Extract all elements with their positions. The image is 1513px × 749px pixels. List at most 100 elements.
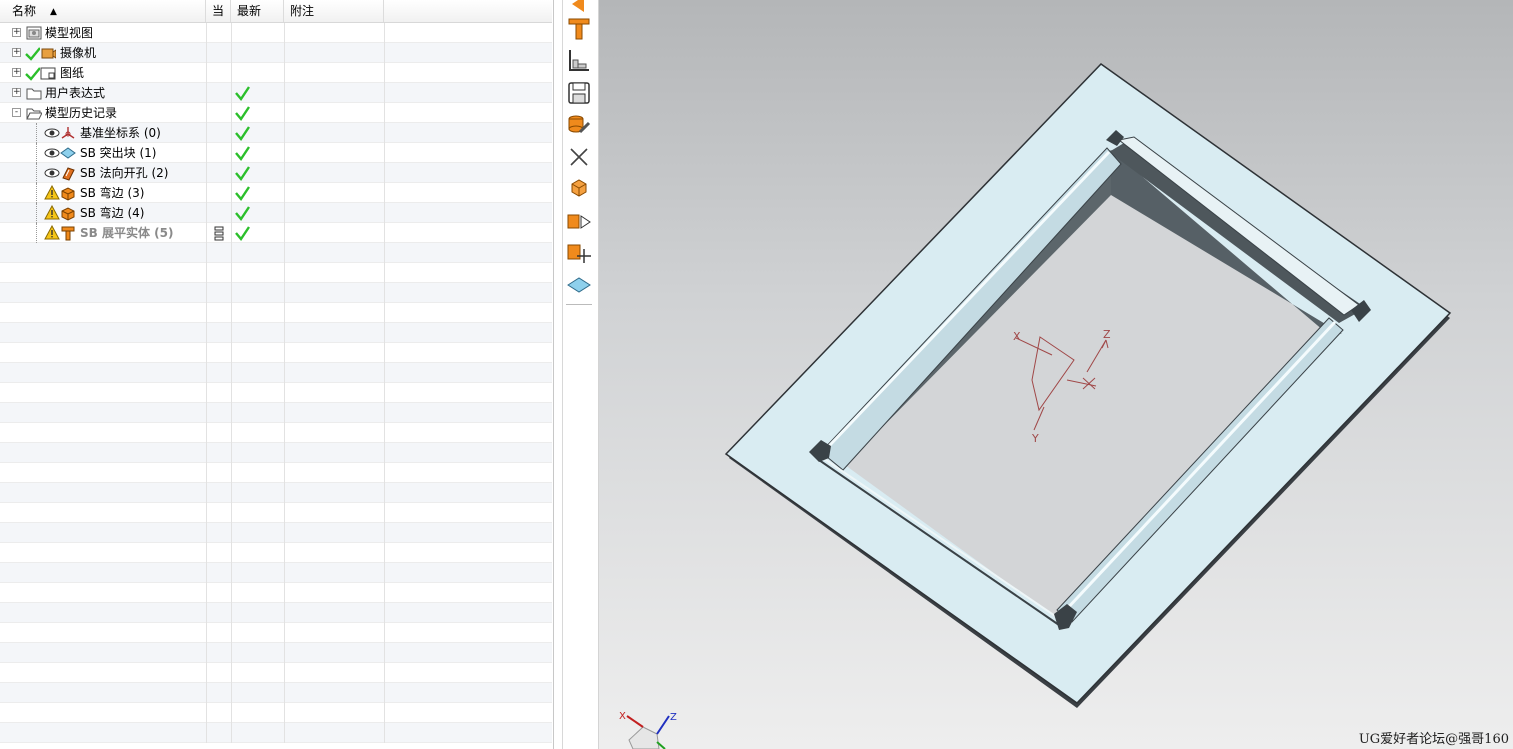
column-header-latest[interactable]: 最新	[231, 0, 284, 22]
tree-row-label: SB 突出块 (1)	[80, 146, 157, 160]
flat-solid-icon	[61, 226, 75, 241]
graphics-viewport[interactable]: X Z Y X Z UG爱好者论坛@强哥160	[599, 0, 1513, 749]
tree-row-label: 模型视图	[45, 26, 94, 40]
cube-move-icon[interactable]	[566, 240, 592, 266]
tree-row-label: 用户表达式	[45, 86, 106, 100]
empty-row	[0, 523, 552, 543]
tree-row[interactable]: + 图纸	[0, 63, 552, 83]
save-icon[interactable]	[566, 80, 592, 106]
flange-icon	[61, 187, 75, 201]
timestamp-icon	[214, 226, 224, 241]
warning-icon[interactable]	[44, 225, 60, 241]
view-triad	[626, 715, 670, 749]
model-views-icon	[26, 26, 42, 40]
triad-x-label: X	[619, 711, 626, 722]
tree-row[interactable]: - 模型历史记录	[0, 103, 552, 123]
expand-icon[interactable]: +	[12, 48, 21, 57]
collapse-icon[interactable]: -	[12, 108, 21, 117]
eye-icon[interactable]	[44, 145, 60, 161]
csys-y-label: Y	[1031, 432, 1039, 445]
latest-check-icon	[235, 86, 250, 102]
empty-row	[0, 603, 552, 623]
empty-row	[0, 563, 552, 583]
expand-icon[interactable]: +	[12, 28, 21, 37]
tree-row-label: SB 展平实体 (5)	[80, 226, 174, 240]
empty-row	[0, 703, 552, 723]
tree-row-label: 模型历史记录	[45, 106, 118, 120]
tree-row-label: 图纸	[60, 66, 85, 80]
flat-solid-tool-icon[interactable]	[566, 16, 592, 42]
tree-row[interactable]: SB 弯边 (3)	[0, 183, 552, 203]
tree-connector	[36, 163, 38, 183]
tree-connector	[36, 203, 38, 223]
empty-row	[0, 283, 552, 303]
empty-row	[0, 623, 552, 643]
column-notes-label: 附注	[290, 4, 315, 18]
plate-icon[interactable]	[566, 272, 592, 298]
tree-row[interactable]: 基准坐标系 (0)	[0, 123, 552, 143]
sheet-metal-part[interactable]	[724, 63, 1452, 708]
folder-icon	[26, 88, 42, 100]
tree-row-label: SB 法向开孔 (2)	[80, 166, 169, 180]
empty-row	[0, 263, 552, 283]
latest-check-icon	[235, 206, 250, 222]
tree-row[interactable]: + 摄像机	[0, 43, 552, 63]
latest-check-icon	[235, 126, 250, 142]
datum-csys-icon	[61, 127, 75, 139]
empty-row	[0, 663, 552, 683]
column-header-current[interactable]: 当	[206, 0, 231, 22]
empty-row	[0, 683, 552, 703]
tree-connector	[36, 143, 38, 163]
corner-tool-icon[interactable]	[566, 48, 592, 74]
check-mark-icon[interactable]	[24, 65, 40, 81]
cube-mirror-icon[interactable]	[566, 208, 592, 234]
expand-icon[interactable]: +	[12, 68, 21, 77]
tree-row[interactable]: + 模型视图	[0, 23, 552, 43]
database-wrench-icon[interactable]	[566, 112, 592, 138]
forum-watermark: UG爱好者论坛@强哥160	[1358, 732, 1509, 747]
empty-row	[0, 443, 552, 463]
sort-ascending-icon: ▲	[50, 7, 57, 17]
tree-row[interactable]: SB 法向开孔 (2)	[0, 163, 552, 183]
latest-check-icon	[235, 166, 250, 182]
tree-connector	[36, 183, 38, 203]
empty-row	[0, 543, 552, 563]
tree-row-label: SB 弯边 (3)	[80, 186, 145, 200]
part-navigator: 名称 ▲ 当 最新 附注 + 模型视图 + 摄像机 + 图纸 + 用户表达式 - 模型历史记录基准坐…	[0, 0, 554, 749]
column-latest-label: 最新	[237, 4, 262, 18]
warning-icon[interactable]	[44, 205, 60, 221]
column-current-label: 当	[212, 4, 225, 18]
triad-z-label: Z	[670, 712, 677, 723]
tree-row[interactable]: SB 弯边 (4)	[0, 203, 552, 223]
empty-row	[0, 403, 552, 423]
column-name-label: 名称	[12, 4, 37, 18]
eye-icon[interactable]	[44, 125, 60, 141]
latest-check-icon	[235, 226, 250, 242]
tree-row[interactable]: SB 突出块 (1)	[0, 143, 552, 163]
empty-row	[0, 363, 552, 383]
warning-icon[interactable]	[44, 185, 60, 201]
close-x-icon[interactable]	[566, 144, 592, 170]
empty-row	[0, 483, 552, 503]
empty-row	[0, 243, 552, 263]
column-header-name[interactable]: 名称 ▲	[6, 0, 206, 22]
tree-row[interactable]: SB 展平实体 (5)	[0, 223, 552, 243]
model-canvas[interactable]: X Z Y X Z	[599, 0, 1513, 749]
camera-icon	[41, 48, 56, 59]
latest-check-icon	[235, 106, 250, 122]
latest-check-icon	[235, 146, 250, 162]
cube-stack-icon[interactable]	[566, 176, 592, 202]
eye-icon[interactable]	[44, 165, 60, 181]
navigator-tree: + 模型视图 + 摄像机 + 图纸 + 用户表达式 - 模型历史记录基准坐标系 (0) SB 突出块…	[0, 23, 552, 743]
tree-row-label: SB 弯边 (4)	[80, 206, 145, 220]
folder-open-icon	[26, 108, 42, 120]
empty-row	[0, 583, 552, 603]
column-header-notes[interactable]: 附注	[284, 0, 384, 22]
empty-row	[0, 303, 552, 323]
expand-icon[interactable]: +	[12, 88, 21, 97]
check-mark-icon[interactable]	[24, 45, 40, 61]
tree-row-label: 摄像机	[60, 46, 97, 60]
csys-z-label: Z	[1103, 328, 1111, 341]
tree-row[interactable]: + 用户表达式	[0, 83, 552, 103]
empty-row	[0, 383, 552, 403]
